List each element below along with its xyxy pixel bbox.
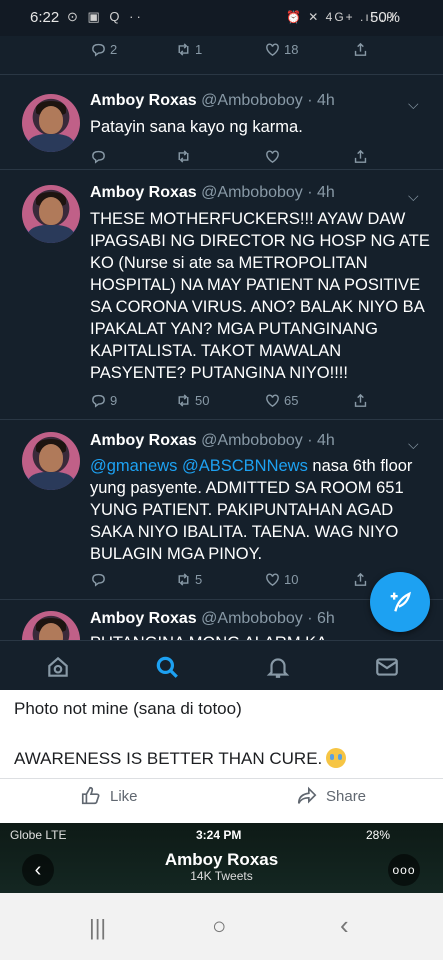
- twitter-screenshot: 6:22 ⊙ ▣ Q ·· ⏰ ✕ 4G+ .ıl .ıl 50% 2 1 18…: [0, 0, 443, 690]
- tweet-count: 14K Tweets: [190, 869, 253, 883]
- search-icon[interactable]: [154, 654, 180, 680]
- heart-icon: [266, 42, 279, 56]
- share-button[interactable]: Share: [296, 785, 366, 807]
- tweet-header: Amboy Roxas @Amboboboy · 4h: [90, 184, 335, 202]
- retweet-icon: [178, 149, 189, 163]
- like-button[interactable]: 65: [264, 390, 298, 410]
- tweet-text: THESE MOTHERFUCKERS!!! AYAW DAW IPAGSABI…: [90, 210, 430, 382]
- home-icon[interactable]: [45, 654, 71, 680]
- tweet[interactable]: Amboy Roxas @Amboboboy · 4h ⌵ Patayin sa…: [0, 74, 443, 169]
- author-handle: @Amboboboy · 4h: [201, 184, 335, 201]
- profile-name: Amboy Roxas: [164, 850, 279, 869]
- tweet-text: Patayin sana kayo ng karma.: [90, 118, 303, 136]
- reply-icon: [92, 394, 105, 408]
- heart-icon: [266, 572, 279, 586]
- retweet-icon: [178, 42, 189, 56]
- share-icon: [354, 149, 367, 163]
- chevron-down-icon[interactable]: ⌵: [408, 96, 419, 113]
- like-button[interactable]: 18: [264, 39, 298, 59]
- reply-icon: [92, 150, 105, 164]
- share-arrow-icon: [297, 786, 317, 804]
- author-name[interactable]: Amboy Roxas: [90, 432, 197, 449]
- post-caption: AWARENESS IS BETTER THAN CURE.: [14, 748, 347, 769]
- tweet-header: Amboy Roxas @Amboboboy · 4h: [90, 432, 335, 450]
- avatar[interactable]: [22, 185, 80, 243]
- recent-apps-icon[interactable]: |||: [89, 915, 106, 941]
- feather-plus-icon: [390, 591, 411, 612]
- avatar[interactable]: [22, 94, 80, 152]
- reply-button[interactable]: 9: [90, 390, 117, 410]
- notification-icons: ⊙ ▣ Q ··: [67, 9, 144, 24]
- tweet[interactable]: Amboy Roxas @Amboboboy · 4h ⌵ @gmanews @…: [0, 419, 443, 599]
- tweet-actions: 2 1 18: [90, 39, 390, 59]
- carrier-label: Globe LTE: [10, 828, 67, 842]
- status-time: 6:22: [30, 9, 60, 26]
- share-button[interactable]: [352, 390, 372, 410]
- like-button[interactable]: 10: [264, 569, 298, 589]
- reply-icon: [92, 43, 105, 57]
- heart-icon: [266, 393, 279, 407]
- author-handle: @Amboboboy · 4h: [201, 432, 335, 449]
- post-caption: Photo not mine (sana di totoo): [14, 699, 242, 718]
- share-button[interactable]: [352, 146, 372, 166]
- share-icon: [354, 42, 367, 56]
- reply-button[interactable]: [90, 569, 110, 589]
- retweet-icon: [178, 393, 189, 407]
- mention-link[interactable]: @gmanews: [90, 457, 177, 475]
- like-button[interactable]: Like: [80, 785, 138, 807]
- battery-level: 28%: [366, 828, 391, 842]
- tweet-actions: [0, 146, 367, 166]
- retweet-button[interactable]: 5: [175, 569, 202, 589]
- tweet-header: Amboy Roxas @Amboboboy · 4h: [90, 92, 335, 110]
- more-options-button[interactable]: ooo: [388, 854, 420, 886]
- profile-screenshot: Globe LTE 3:24 PM 28% ‹ Amboy Roxas 14K …: [0, 823, 443, 893]
- share-icon: [354, 393, 367, 407]
- tweet-text: PUTANGINA MONG ALARM KA: [90, 632, 430, 640]
- tweet[interactable]: Amboy Roxas @Amboboboy · 4h ⌵ THESE MOTH…: [0, 169, 443, 419]
- mention-link[interactable]: @ABSCBNNews: [182, 457, 308, 475]
- share-button[interactable]: [352, 39, 372, 59]
- chevron-down-icon[interactable]: ⌵: [408, 436, 419, 453]
- author-name[interactable]: Amboy Roxas: [90, 610, 197, 627]
- bottom-tab-bar: [0, 640, 443, 690]
- reply-button[interactable]: [90, 146, 110, 166]
- tweet-header: Amboy Roxas @Amboboboy · 6h: [90, 610, 335, 628]
- retweet-button[interactable]: 50: [175, 390, 209, 410]
- system-navigation-bar: ||| ○ ‹: [0, 893, 443, 960]
- status-time: 3:24 PM: [196, 828, 242, 842]
- tweet-text: @gmanews @ABSCBNNews nasa 6th floor yung…: [90, 455, 430, 565]
- battery-level: 50%: [370, 9, 401, 26]
- author-name[interactable]: Amboy Roxas: [90, 92, 197, 109]
- tweet-actions: 5 10: [0, 569, 367, 589]
- share-button[interactable]: [352, 569, 372, 589]
- like-button[interactable]: [264, 146, 284, 166]
- home-button-icon[interactable]: ○: [212, 913, 227, 941]
- tweet-actions: 9 50 65: [0, 390, 367, 410]
- author-handle: @Amboboboy · 4h: [201, 92, 335, 109]
- reply-button[interactable]: 2: [90, 39, 117, 59]
- avatar[interactable]: [22, 432, 80, 490]
- divider: [0, 778, 443, 779]
- chevron-down-icon[interactable]: ⌵: [408, 188, 419, 205]
- retweet-button[interactable]: [175, 146, 195, 166]
- bell-icon[interactable]: [265, 654, 291, 680]
- share-icon: [354, 572, 367, 586]
- mail-icon[interactable]: [374, 654, 400, 680]
- retweet-button[interactable]: 1: [175, 39, 202, 59]
- thumbs-up-icon: [81, 786, 100, 805]
- retweet-icon: [178, 572, 189, 586]
- crying-face-icon: [326, 748, 347, 768]
- compose-tweet-button[interactable]: [370, 572, 430, 632]
- android-status-bar: 6:22 ⊙ ▣ Q ·· ⏰ ✕ 4G+ .ıl .ıl 50%: [0, 0, 443, 36]
- heart-icon: [266, 149, 279, 163]
- author-name[interactable]: Amboy Roxas: [90, 184, 197, 201]
- back-icon[interactable]: ‹: [340, 910, 349, 941]
- author-handle: @Amboboboy · 6h: [201, 610, 335, 627]
- reply-icon: [92, 573, 105, 587]
- avatar[interactable]: [22, 611, 80, 640]
